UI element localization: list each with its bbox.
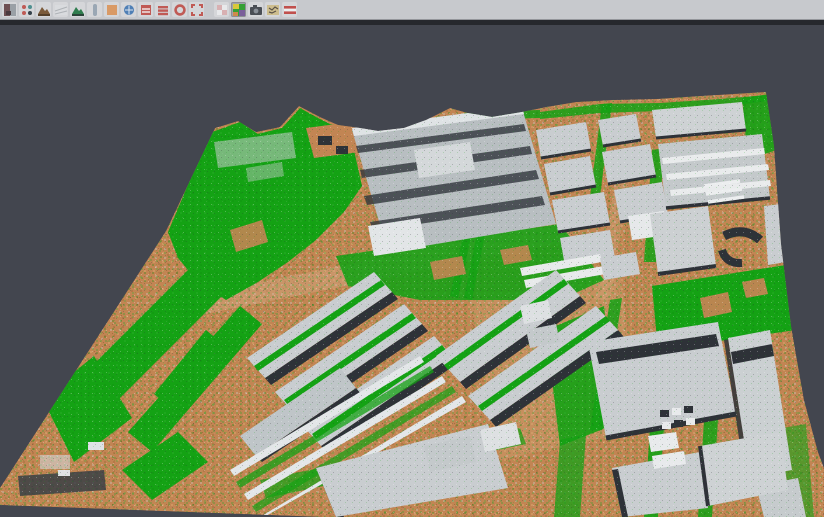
classified-points-icon[interactable] [19, 2, 34, 17]
red-extent-icon[interactable] [189, 2, 204, 17]
terrain-brown-icon[interactable] [36, 2, 51, 17]
toolbar-separator [205, 2, 213, 17]
terrain-green-icon[interactable] [70, 2, 85, 17]
point-noise-overlay [0, 80, 824, 517]
image-layer-icon[interactable] [2, 2, 17, 17]
toolbar [0, 0, 824, 20]
map-notes-icon[interactable] [265, 2, 280, 17]
flag-stripes-icon[interactable] [282, 2, 297, 17]
ortho-tile-icon[interactable] [104, 2, 119, 17]
camera-icon[interactable] [248, 2, 263, 17]
red-ring-icon[interactable] [172, 2, 187, 17]
red-table-icon[interactable] [138, 2, 153, 17]
point-cloud-scene [0, 25, 824, 517]
checker-icon[interactable] [214, 2, 229, 17]
red-rows-icon[interactable] [155, 2, 170, 17]
classification-map-icon[interactable] [231, 2, 246, 17]
application-window: { "app": { "kind": "3d-point-cloud-viewe… [0, 0, 824, 517]
mesh-light-icon[interactable] [53, 2, 68, 17]
column-icon[interactable] [87, 2, 102, 17]
viewport-3d[interactable] [0, 25, 824, 517]
globe-icon[interactable] [121, 2, 136, 17]
